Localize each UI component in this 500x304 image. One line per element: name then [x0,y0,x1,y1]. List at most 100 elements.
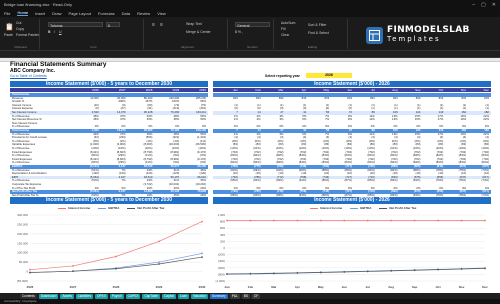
italic-icon[interactable]: I [54,30,55,34]
year-header: 2030 [199,88,206,92]
year-header: 2028 [145,88,153,92]
y-tick-label: 0 [223,246,225,250]
sheet-tab-payroll[interactable]: Payroll [109,293,124,299]
bold-icon[interactable]: B [48,30,51,34]
y-tick-label: (400) [218,259,225,263]
format-painter-button[interactable]: Format Painter [16,33,39,37]
formula-bar[interactable] [0,51,500,58]
menu-draw[interactable]: Draw [52,11,61,16]
number-format-select[interactable]: General [235,22,270,28]
fill-button[interactable]: Fill [281,27,285,31]
number-format-value: General [237,24,250,28]
font-name-select[interactable]: Tahoma [48,22,103,28]
percent-icon[interactable]: $ % , [235,30,243,34]
merge-center-button[interactable]: Merge & Center [186,30,211,34]
sheet-tab-capital[interactable]: Capital [161,293,176,299]
sheet-tab-opex[interactable]: OPEX [95,293,108,299]
data-point [319,271,322,274]
menu-file[interactable]: File [4,11,10,16]
sheet-tab-valuation[interactable]: Valuation [190,293,209,299]
sheet-tab-p-l[interactable]: P&L [229,293,240,299]
sheet-tab-assets[interactable]: Assets [60,293,74,299]
window-title: Bridge loan financing.xlsx · Read-Only [4,2,73,7]
y-tick-label: (200) [218,253,225,257]
worksheet[interactable]: Financial Statements Summary ABC Company… [0,58,500,293]
data-point [343,219,346,222]
menu-view[interactable]: View [157,11,166,16]
y-tick-label: 1,000 [217,213,225,217]
data-point [413,219,416,222]
x-tick-label: 2027 [70,285,77,289]
menu-review[interactable]: Review [137,11,150,16]
paste-icon[interactable]: 📋 [5,23,14,31]
data-point [115,267,117,270]
underline-icon[interactable]: U [59,30,62,34]
data-point [249,273,252,275]
editing-label: Editing [307,45,318,49]
data-point [158,263,160,265]
monthly-chart: 1,000 800 600 400 200 0 (200) (400) (600) (800) (1… [215,213,488,289]
sheet-tab-summary[interactable]: Summary [210,293,228,299]
x-tick-label: Jul [366,285,371,289]
autosum-button[interactable]: AutoSum [281,21,295,25]
series-line-net-profit-after-tax [29,256,203,273]
y-tick-label: (50,000) [17,279,28,283]
toc-link[interactable]: Go to Table of Contents [10,74,47,78]
left-year-headers: 2026 2027 2028 2029 2030 [72,88,206,92]
copy-button[interactable]: Copy [16,27,24,31]
menu-insert[interactable]: Insert [35,11,45,16]
sheet-tab-captable[interactable]: CapTable [142,293,160,299]
sheet-tab-contents[interactable]: Contents [20,293,37,299]
align-middle-icon[interactable]: ≡ [160,22,163,28]
menu-data[interactable]: Data [122,11,130,16]
y-tick-label: 400 [220,233,225,237]
data-point [72,270,74,273]
clear-button[interactable]: Clear [281,33,289,37]
data-point [296,219,299,222]
left-table-band: Income Statement ($'000) - 5 years to De… [10,81,208,87]
y-tick-label: 200,000 [17,232,28,236]
y-tick-label: (600) [218,266,225,270]
five-year-chart: 300,000 250,000 200,000 150,000 100,000 50,00… [17,213,206,289]
align-top-icon[interactable]: ≡ [152,22,155,28]
wrap-text-button[interactable]: Wrap Text [186,22,202,26]
sheet-tab-cf[interactable]: CF [251,293,261,299]
sort-filter-button[interactable]: Sort & Filter [308,23,326,27]
data-point [273,272,275,275]
font-size-select[interactable]: 8 [106,22,120,28]
data-point [484,219,486,222]
menu-formulas[interactable]: Formulas [98,11,115,16]
paste-button[interactable]: Paste [4,33,13,37]
x-tick-label: Feb [248,285,254,289]
month-header: May [323,88,330,92]
sheet-tab-capex[interactable]: CAPEX [125,293,141,299]
data-point [366,219,369,222]
menu-page-layout[interactable]: Page Layout [68,11,90,16]
cut-button[interactable]: Cut [16,21,21,25]
font-size-value: 8 [108,24,110,28]
data-point [437,219,439,222]
sheet-tab-bs[interactable]: BS [241,293,250,299]
x-tick-label: May [318,285,324,289]
status-bar: Accessibility: Investigate [0,299,500,304]
data-point [390,269,393,272]
data-point [437,268,439,271]
year-header: 2027 [118,88,126,92]
sheet-tab-dashboard[interactable]: Dashboard [38,293,59,299]
menu-home[interactable]: Home [17,10,29,16]
month-header: Sep [415,88,421,92]
reporting-year-input[interactable]: 2026 [306,73,352,78]
accessibility-status[interactable]: Accessibility: Investigate [4,299,37,303]
sheet-tab-liabilities[interactable]: Liabilities [75,293,94,299]
close-button[interactable]: ✕ [492,2,496,8]
data-point [29,271,31,274]
find-select-button[interactable]: Find & Select [308,31,329,35]
data-point [343,271,346,273]
minimize-button[interactable]: – [472,2,475,8]
data-point [158,240,160,243]
sheet-tab-loan[interactable]: Loan [177,293,189,299]
month-header: Jul [370,88,375,92]
year-header: 2026 [92,88,99,92]
maximize-button[interactable]: ▢ [481,2,486,8]
left-header-row: 2026 2027 2028 2029 2030 [10,88,208,92]
